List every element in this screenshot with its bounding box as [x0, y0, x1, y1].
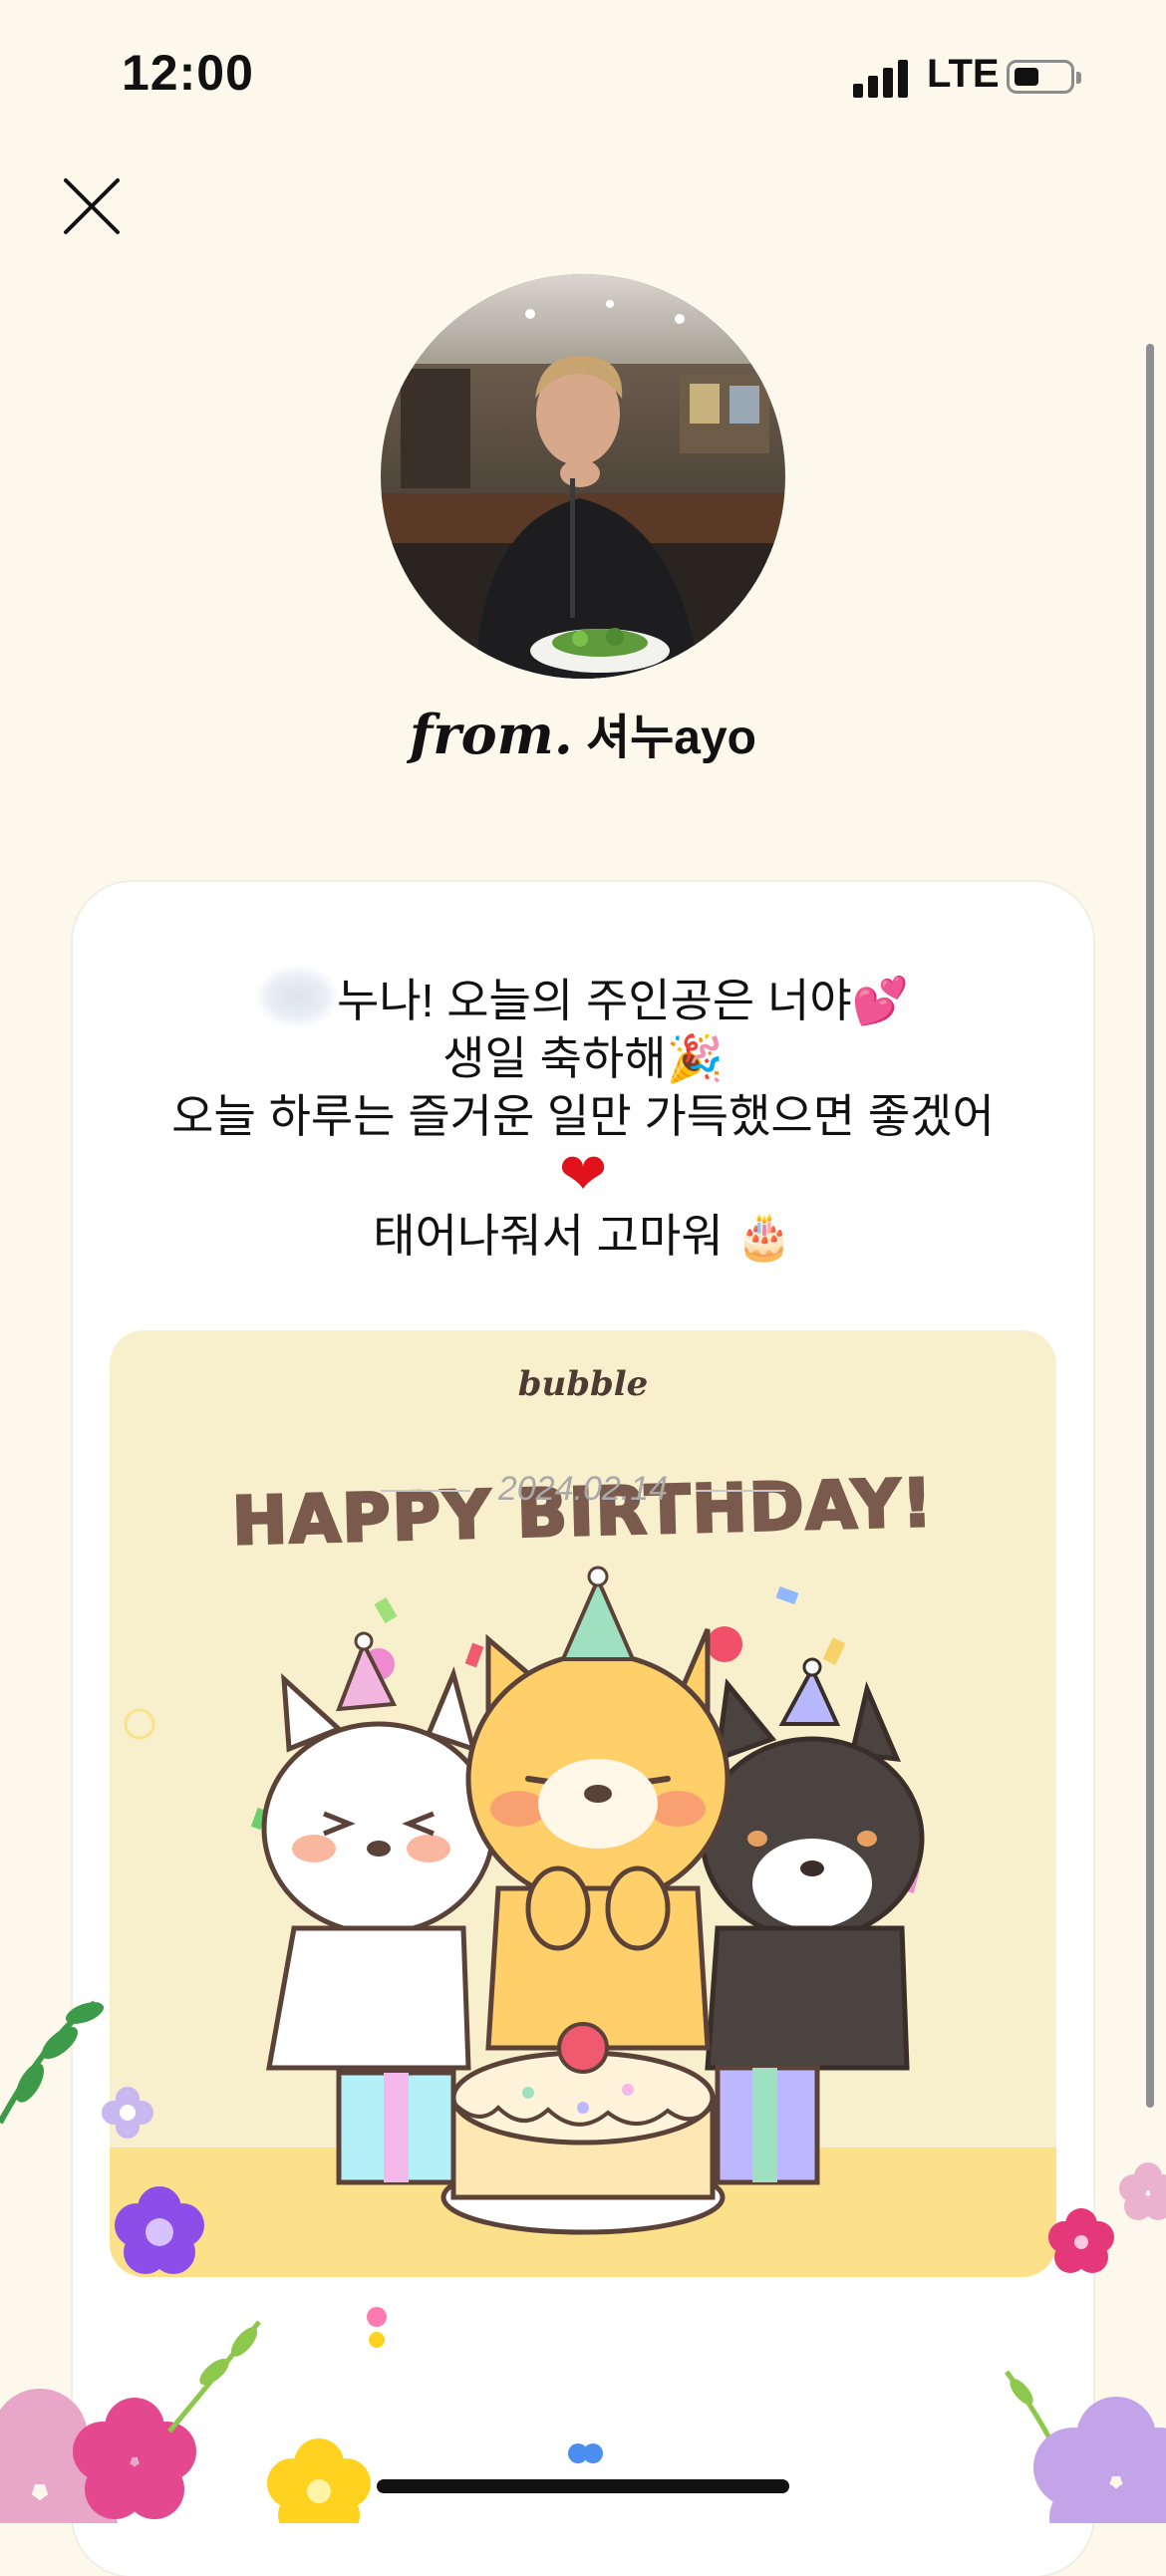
message-line-1: 누나! 오늘의 주인공은 너야💕 — [133, 967, 1033, 1029]
message-text-1: 누나! 오늘의 주인공은 너야 — [337, 975, 852, 1026]
from-prefix: from. — [409, 703, 573, 766]
birthday-cake-icon: 🎂 — [735, 1209, 793, 1263]
yellow-dog-illustration — [465, 1566, 730, 2051]
date-divider-left — [381, 1490, 471, 1493]
message-line-3: 오늘 하루는 즐거운 일만 가득했으면 좋겠어 — [133, 1087, 1033, 1145]
two-hearts-icon: 💕 — [851, 974, 909, 1027]
message-text-2: 생일 축하해 — [442, 1032, 667, 1084]
date-divider-right — [695, 1490, 785, 1493]
letter-date: 2024.02.14 — [497, 1470, 669, 1508]
message-line-heart: ❤ — [133, 1145, 1033, 1207]
status-bar: 12:00 LTE — [0, 0, 1166, 149]
sender-name: 셔누ayo — [585, 712, 756, 764]
network-type-label: LTE — [927, 52, 1000, 96]
scroll-indicator[interactable] — [1146, 344, 1154, 2108]
birthday-cake-illustration — [440, 2022, 726, 2235]
red-heart-icon: ❤ — [558, 1140, 608, 1208]
close-button[interactable] — [60, 174, 124, 238]
party-popper-icon: 🎉 — [666, 1031, 724, 1085]
letter-date-row: 2024.02.14 — [0, 1470, 1166, 1509]
black-dog-illustration — [700, 1657, 925, 2071]
message-line-4: 태어나줘서 고마워 🎂 — [133, 1207, 1033, 1265]
blurred-name — [257, 967, 338, 1026]
battery-cap — [1076, 72, 1081, 84]
brand-label: bubble — [518, 1364, 649, 1404]
home-indicator[interactable] — [377, 2479, 789, 2493]
battery-icon — [1007, 60, 1081, 94]
white-dog-illustration — [261, 1631, 496, 2071]
message-text-3: 오늘 하루는 즐거운 일만 가득했으면 좋겠어 — [171, 1090, 995, 1142]
battery-level-fill — [1015, 68, 1038, 86]
sender-line: from. 셔누ayo — [0, 698, 1166, 767]
sender-avatar — [381, 274, 785, 679]
message-line-2: 생일 축하해🎉 — [133, 1029, 1033, 1087]
message-text-4: 태어나줘서 고마워 — [373, 1210, 724, 1262]
status-time: 12:00 — [122, 45, 254, 101]
avatar-photo — [381, 274, 785, 679]
letter-message: 누나! 오늘의 주인공은 너야💕 생일 축하해🎉 오늘 하루는 즐거운 일만 가… — [133, 967, 1033, 1265]
cellular-signal-icon — [853, 58, 913, 98]
letter-card[interactable]: 누나! 오늘의 주인공은 너야💕 생일 축하해🎉 오늘 하루는 즐거운 일만 가… — [73, 882, 1093, 2576]
close-icon — [64, 178, 120, 234]
